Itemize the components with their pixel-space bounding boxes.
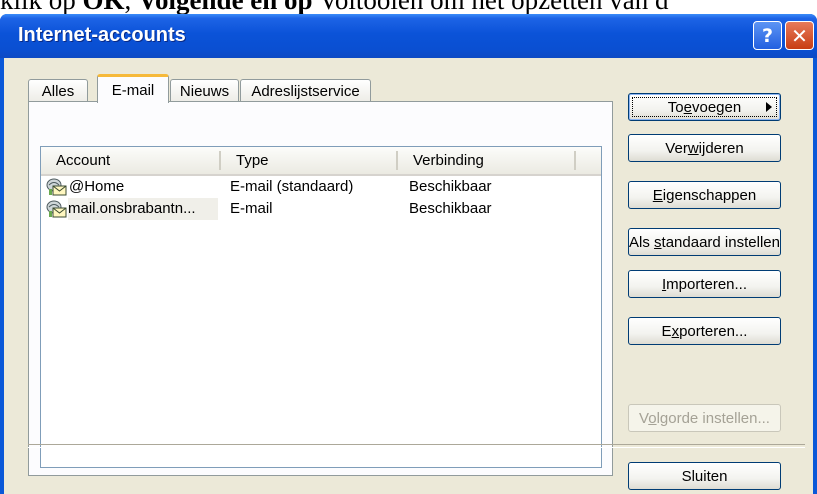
import-button-label: Importeren... bbox=[661, 275, 748, 293]
add-button-label: Toevoegen bbox=[667, 98, 742, 116]
help-icon: ? bbox=[761, 24, 774, 47]
doc-text-rest: Voltooien om het opzetten van d bbox=[313, 0, 669, 14]
tab-adreslijstservice[interactable]: Adreslijstservice bbox=[240, 79, 371, 103]
tab-nieuws[interactable]: Nieuws bbox=[170, 79, 239, 103]
dialog-client-area: Alles Nieuws Adreslijstservice E-mail Ac… bbox=[4, 58, 813, 494]
title-bar[interactable]: Internet-accounts ? ✕ bbox=[0, 14, 817, 58]
list-item[interactable]: @Home E-mail (standaard) Beschikbaar bbox=[41, 176, 601, 198]
column-header-account[interactable]: Account bbox=[41, 147, 219, 174]
account-connection: Beschikbaar bbox=[409, 178, 492, 195]
set-default-button[interactable]: Als standaard instellen bbox=[628, 228, 781, 256]
set-default-button-label: Als standaard instellen bbox=[629, 233, 780, 251]
list-header: Account Type Verbinding bbox=[41, 147, 601, 176]
list-item[interactable]: mail.onsbrabantn... E-mail Beschikbaar bbox=[41, 198, 601, 220]
tab-label: Adreslijstservice bbox=[251, 83, 360, 100]
close-button[interactable]: Sluiten bbox=[628, 462, 781, 490]
submenu-arrow-icon bbox=[766, 102, 772, 112]
doc-text-prefix: klik op bbox=[0, 0, 83, 14]
mail-account-icon bbox=[46, 178, 67, 196]
tab-label: Alles bbox=[41, 83, 75, 100]
column-header-type[interactable]: Type bbox=[221, 147, 396, 174]
add-button[interactable]: Toevoegen bbox=[628, 93, 781, 121]
document-text-line: klik op OK, Volgende en op Voltooien om … bbox=[0, 0, 817, 14]
remove-button[interactable]: Verwijderen bbox=[628, 134, 781, 162]
divider bbox=[28, 444, 805, 448]
account-type: E-mail bbox=[230, 200, 273, 217]
internet-accounts-dialog: Internet-accounts ? ✕ Alles Nieuws Adres… bbox=[0, 14, 817, 494]
export-button[interactable]: Exporteren... bbox=[628, 317, 781, 345]
tab-alles[interactable]: Alles bbox=[28, 79, 88, 103]
accounts-list[interactable]: Account Type Verbinding @Home E-mail (st… bbox=[40, 146, 602, 468]
properties-button[interactable]: Eigenschappen bbox=[628, 181, 781, 209]
tab-label: E-mail bbox=[111, 81, 155, 99]
tab-email[interactable]: E-mail bbox=[97, 74, 169, 103]
set-order-button[interactable]: Volgorde instellen... bbox=[628, 404, 781, 432]
export-button-label: Exporteren... bbox=[661, 322, 748, 340]
account-connection: Beschikbaar bbox=[409, 200, 492, 217]
dialog-title: Internet-accounts bbox=[18, 24, 186, 46]
doc-text-ok: OK bbox=[83, 0, 125, 14]
column-header-connection[interactable]: Verbinding bbox=[398, 147, 574, 174]
close-window-button[interactable]: ✕ bbox=[785, 21, 814, 50]
account-name: @Home bbox=[69, 178, 125, 195]
doc-text-mid: , bbox=[125, 0, 139, 14]
close-icon: ✕ bbox=[791, 23, 808, 48]
account-name: mail.onsbrabantn... bbox=[68, 198, 218, 220]
properties-button-label: Eigenschappen bbox=[652, 186, 757, 204]
doc-text-bold: Volgende en op bbox=[138, 0, 313, 14]
help-button[interactable]: ? bbox=[753, 21, 782, 50]
column-divider[interactable] bbox=[574, 151, 576, 170]
set-order-button-label: Volgorde instellen... bbox=[639, 409, 770, 427]
import-button[interactable]: Importeren... bbox=[628, 270, 781, 298]
account-type: E-mail (standaard) bbox=[230, 178, 354, 195]
mail-account-icon bbox=[46, 200, 67, 218]
tab-label: Nieuws bbox=[179, 83, 230, 100]
close-button-label: Sluiten bbox=[681, 467, 728, 485]
remove-button-label: Verwijderen bbox=[665, 139, 744, 157]
